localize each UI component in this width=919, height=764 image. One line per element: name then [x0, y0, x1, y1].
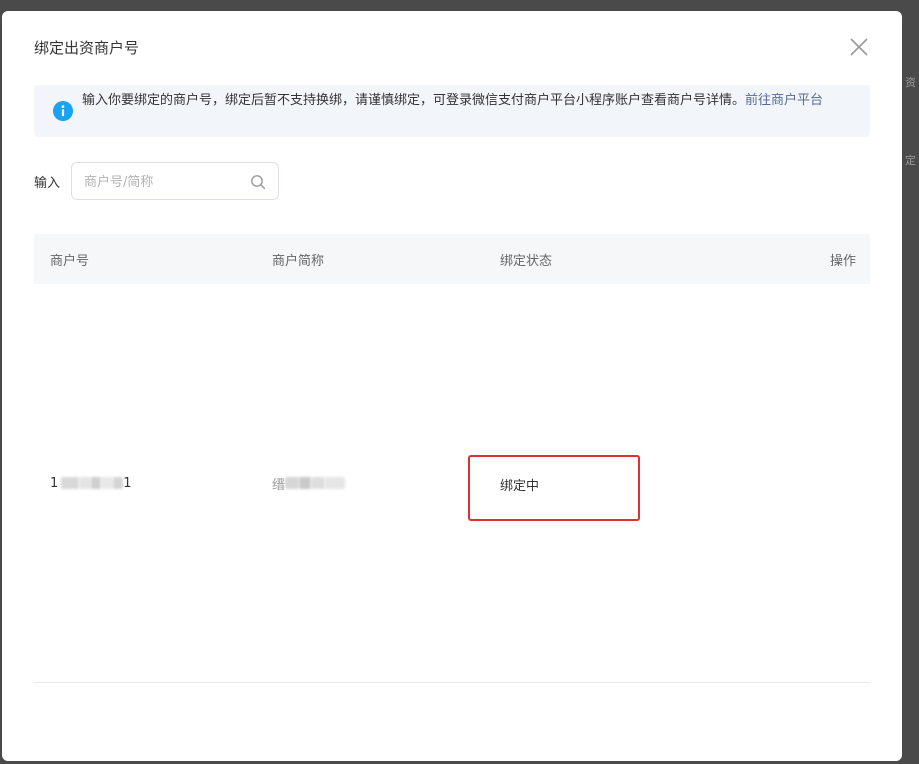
redacted-block	[101, 477, 114, 489]
redacted-block	[299, 477, 312, 489]
column-header-binding-status: 绑定状态	[500, 254, 553, 269]
close-button[interactable]	[847, 35, 871, 59]
column-header-action: 操作	[829, 254, 856, 269]
search-box	[71, 162, 279, 200]
search-icon[interactable]	[250, 174, 266, 190]
merchant-id-cell: 1 1	[50, 475, 132, 491]
redacted-block	[113, 477, 124, 489]
info-icon	[53, 101, 73, 121]
redacted-block	[91, 477, 102, 489]
close-icon	[850, 38, 868, 56]
merchant-short-name-cell: 缙	[272, 475, 346, 493]
column-header-merchant-id: 商户号	[50, 254, 90, 269]
merchant-id-visible-start: 1	[50, 475, 59, 491]
background-text-fragment: 定	[905, 154, 916, 167]
search-label: 输入	[34, 176, 61, 191]
background-text-fragment: 资	[905, 76, 916, 89]
table-row: 1 1 缙 绑定中	[34, 463, 870, 503]
merchant-platform-link[interactable]: 前往商户平台	[745, 93, 823, 108]
notice-banner: 输入你要绑定的商户号，绑定后暂不支持换绑，请谨慎绑定，可登录微信支付商户平台小程…	[34, 85, 870, 137]
notice-text: 输入你要绑定的商户号，绑定后暂不支持换绑，请谨慎绑定，可登录微信支付商户平台小程…	[82, 92, 862, 110]
redacted-block	[61, 477, 80, 489]
search-input[interactable]	[84, 172, 244, 192]
status-highlight-annotation	[468, 455, 640, 521]
redacted-block	[285, 477, 300, 489]
table-bottom-divider	[34, 682, 870, 683]
dialog-title: 绑定出资商户号	[34, 39, 140, 57]
redacted-block	[79, 477, 92, 489]
bind-merchant-dialog: 绑定出资商户号 输入你要绑定的商户号，绑定后暂不支持换绑，请谨慎绑定，可登录微信…	[2, 11, 902, 761]
merchant-short-name-visible-start: 缙	[272, 477, 286, 493]
notice-message: 输入你要绑定的商户号，绑定后暂不支持换绑，请谨慎绑定，可登录微信支付商户平台小程…	[82, 93, 746, 108]
merchant-id-visible-end: 1	[123, 475, 132, 491]
redacted-block	[311, 477, 326, 489]
column-header-merchant-short-name: 商户简称	[272, 254, 325, 269]
redacted-block	[325, 477, 346, 489]
table-header: 商户号 商户简称 绑定状态 操作	[34, 234, 870, 284]
